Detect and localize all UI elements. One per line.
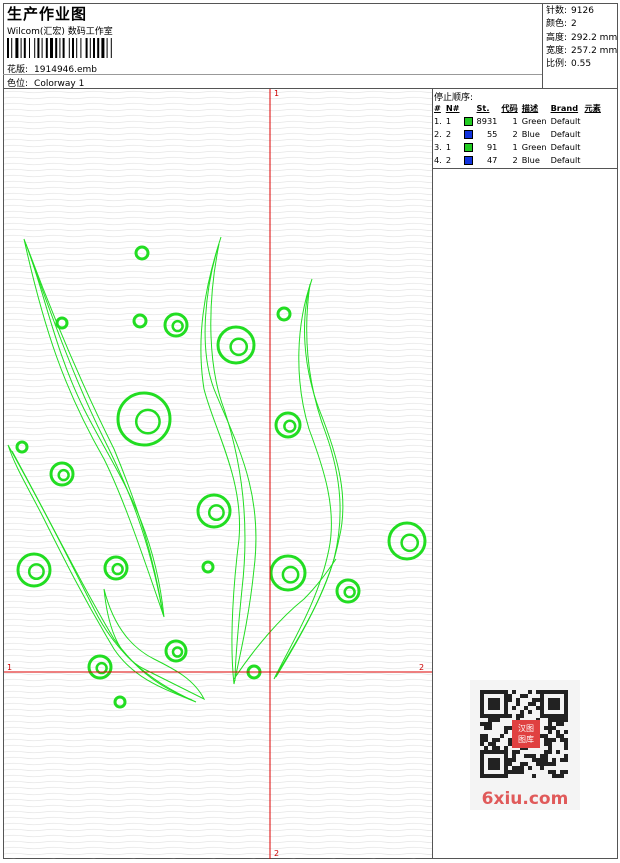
page-title: 生产作业图 bbox=[7, 5, 88, 23]
stat-colors: 颜色: 2 bbox=[546, 19, 577, 30]
company-name: Wilcom(汇宏) 数码工作室 bbox=[7, 27, 113, 37]
color-swatch bbox=[463, 142, 473, 152]
table-row: 4. 2 47 2 Blue Default bbox=[434, 154, 581, 165]
axis-label-top: 1 bbox=[274, 89, 280, 98]
barcode-image bbox=[7, 38, 112, 58]
design-stats-panel: 针数: 9126 颜色: 2 高度: 292.2 mm 宽度: 257.2 mm 比例:… bbox=[542, 3, 618, 88]
axis-label-right: 2 bbox=[419, 663, 425, 672]
stop-sequence-table: # N# St. 代码 描述 Brand 元素 1. 1 8931 1 Gree… bbox=[432, 102, 603, 166]
embroidery-artwork bbox=[4, 89, 432, 859]
axis-label-left: 1 bbox=[7, 663, 13, 672]
svg-text:汉图: 汉图 bbox=[518, 724, 534, 733]
meta-divider bbox=[3, 74, 542, 75]
table-row: 3. 1 91 1 Green Default bbox=[434, 141, 581, 152]
table-header-row: # N# St. 代码 描述 Brand 元素 bbox=[434, 103, 601, 113]
color-swatch bbox=[463, 129, 473, 139]
panel-divider bbox=[432, 88, 433, 859]
color-swatch bbox=[463, 155, 473, 165]
qr-code-image: 汉图 图库 6xiu.com bbox=[470, 680, 580, 810]
stat-stitches: 针数: 9126 bbox=[546, 6, 594, 16]
axis-label-bottom: 2 bbox=[274, 849, 280, 858]
svg-text:图库: 图库 bbox=[518, 734, 534, 744]
stat-height: 高度: 292.2 mm bbox=[546, 32, 618, 43]
color-swatch bbox=[463, 116, 473, 126]
stat-width: 宽度: 257.2 mm bbox=[546, 45, 618, 56]
design-canvas: 1 2 1 2 bbox=[4, 89, 432, 859]
table-row: 2. 2 55 2 Blue Default bbox=[434, 128, 581, 139]
watermark-text: 6xiu.com bbox=[482, 789, 569, 809]
sequence-divider bbox=[432, 168, 618, 169]
watermark-qr: 汉图 图库 6xiu.com bbox=[470, 680, 580, 810]
stat-scale: 比例: 0.55 bbox=[546, 59, 592, 70]
table-row: 1. 1 8931 1 Green Default bbox=[434, 115, 581, 126]
